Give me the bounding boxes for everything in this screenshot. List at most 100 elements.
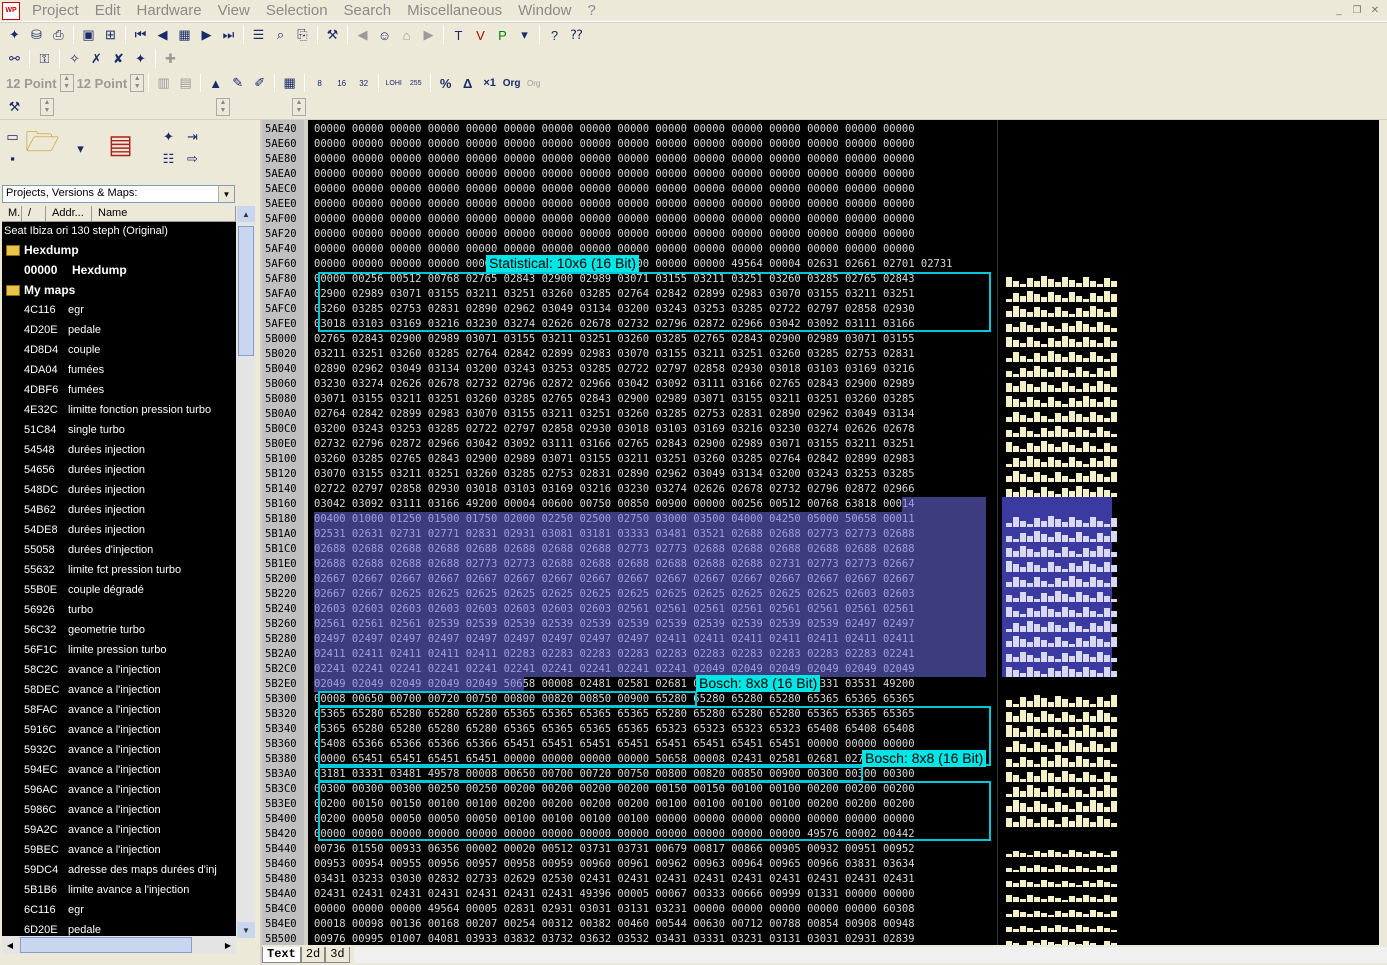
- scroll-left-icon[interactable]: ◀: [2, 936, 18, 954]
- hex-row[interactable]: 03071 03155 03211 03251 03260 03285 0276…: [314, 392, 994, 407]
- grid8-icon[interactable]: ▦: [279, 73, 300, 94]
- hex-vscroll[interactable]: [1379, 120, 1387, 945]
- hex-row[interactable]: 00000 00000 00000 49564 00005 02831 0293…: [314, 902, 994, 917]
- grid-icon[interactable]: ▦: [174, 25, 195, 46]
- list-item[interactable]: 56F1C limite pression turbo: [2, 640, 236, 660]
- list-item[interactable]: 59A2C avance a l'injection: [2, 820, 236, 840]
- hex-row[interactable]: 00000 00000 00000 00000 00000 00000 0000…: [314, 167, 994, 182]
- menu-window[interactable]: Window: [510, 2, 579, 19]
- hex-row[interactable]: 00400 01000 01250 01500 01750 02000 0225…: [314, 512, 994, 527]
- t-icon[interactable]: T: [448, 25, 469, 46]
- hex-row[interactable]: 02497 02497 02497 02497 02497 02497 0249…: [314, 632, 994, 647]
- hex-row[interactable]: 00000 00000 00000 00000 00000 00000 0000…: [314, 242, 994, 257]
- map-outline[interactable]: [318, 691, 697, 707]
- restore-icon[interactable]: ❐: [1349, 3, 1365, 17]
- hex-row[interactable]: 02667 02667 02667 02667 02667 02667 0266…: [314, 572, 994, 587]
- home-icon[interactable]: ⌂: [396, 25, 417, 46]
- hex-row[interactable]: 02241 02241 02241 02241 02241 02241 0224…: [314, 662, 994, 677]
- wand-add-icon[interactable]: ✧: [64, 49, 85, 70]
- list-item[interactable]: 54DE8 durées injection: [2, 520, 236, 540]
- list-item[interactable]: 51C84 single turbo: [2, 420, 236, 440]
- list-item[interactable]: 54548 durées injection: [2, 440, 236, 460]
- bits32-icon[interactable]: 32: [353, 73, 374, 94]
- map-outline[interactable]: [318, 781, 991, 841]
- menu-miscellaneous[interactable]: Miscellaneous: [399, 2, 510, 19]
- hex-view[interactable]: 5AE40 5AE60 5AE80 5AEA0 5AEC0 5AEE0 5AF00 5AF20…: [262, 120, 1387, 945]
- map-outline[interactable]: [318, 766, 863, 782]
- chevron-down-icon[interactable]: ▼: [218, 186, 234, 202]
- list-item[interactable]: 4E32C limitte fonction pression turbo: [2, 400, 236, 420]
- scroll-down-icon[interactable]: ▼: [237, 922, 255, 938]
- map-outline[interactable]: [318, 272, 991, 332]
- list-item[interactable]: 5986C avance a l'injection: [2, 800, 236, 820]
- hex-row[interactable]: 02531 02631 02731 02771 02831 02931 0308…: [314, 527, 994, 542]
- lohi-icon[interactable]: LOHI: [383, 73, 404, 94]
- hex-row[interactable]: 02732 02796 02872 02966 03042 03092 0311…: [314, 437, 994, 452]
- list-item[interactable]: 59DC4 adresse des maps durées d'inj: [2, 860, 236, 880]
- hex-row[interactable]: 00000 00000 00000 00000 00000 00000 0000…: [314, 257, 994, 272]
- hex-row[interactable]: 03431 03233 03030 02832 02733 02629 0253…: [314, 872, 994, 887]
- user-icon[interactable]: ☺: [374, 25, 395, 46]
- list-item[interactable]: 5916C avance a l'injection: [2, 720, 236, 740]
- hex-row[interactable]: 03200 03243 03253 03285 02722 02797 0285…: [314, 422, 994, 437]
- help-icon[interactable]: ?: [544, 25, 565, 46]
- list-item[interactable]: 55058 durées d'injection: [2, 540, 236, 560]
- list-item[interactable]: 58DEC avance a l'injection: [2, 680, 236, 700]
- wand-icon[interactable]: ✦: [4, 25, 25, 46]
- find-icon[interactable]: ⌕: [270, 25, 291, 46]
- back-icon[interactable]: ◀: [352, 25, 373, 46]
- p-icon[interactable]: P: [492, 25, 513, 46]
- hex-row[interactable]: 02688 02688 02688 02688 02773 02773 0268…: [314, 557, 994, 572]
- list-item-hexdump[interactable]: 00000 Hexdump: [2, 260, 236, 280]
- wand-list-icon[interactable]: ✦: [130, 49, 151, 70]
- menu-selection[interactable]: Selection: [258, 2, 336, 19]
- hex-row[interactable]: 02890 02962 03049 03134 03200 03243 0325…: [314, 362, 994, 377]
- delta-icon[interactable]: Δ: [457, 73, 478, 94]
- tools-icon[interactable]: ⚒: [322, 25, 343, 46]
- hex-row[interactable]: 00000 00000 00000 00000 00000 00000 0000…: [314, 137, 994, 152]
- spinner-c[interactable]: ▲ ▼: [292, 98, 306, 116]
- percent-icon[interactable]: %: [435, 73, 456, 94]
- col-m[interactable]: M.: [2, 206, 22, 222]
- next-icon[interactable]: ▶: [196, 25, 217, 46]
- hex-row[interactable]: 02688 02688 02688 02688 02688 02688 0268…: [314, 542, 994, 557]
- tab-3d[interactable]: 3d: [325, 947, 350, 963]
- forward-icon[interactable]: ▶: [418, 25, 439, 46]
- bits8-icon[interactable]: 8: [309, 73, 330, 94]
- x1-icon[interactable]: ×1: [479, 73, 500, 94]
- menu-edit[interactable]: Edit: [87, 2, 129, 19]
- menu-view[interactable]: View: [210, 2, 258, 19]
- list-item[interactable]: 56926 turbo: [2, 600, 236, 620]
- scroll-icon[interactable]: ⎘: [292, 25, 313, 46]
- list-item[interactable]: 5B1B6 limite avance a l'injection: [2, 880, 236, 900]
- spinner-a[interactable]: ▲ ▼: [40, 98, 54, 116]
- hammer-icon[interactable]: ⚒: [4, 97, 25, 118]
- list-item[interactable]: 594EC avance a l'injection: [2, 760, 236, 780]
- org-icon[interactable]: Org: [501, 73, 522, 94]
- first-icon[interactable]: ⏮: [130, 25, 151, 46]
- hex-row[interactable]: 03260 03285 02765 02843 02900 02989 0307…: [314, 452, 994, 467]
- hex-row[interactable]: 03211 03251 03260 03285 02764 02842 0289…: [314, 347, 994, 362]
- font-size-2[interactable]: 12 Point: [75, 76, 130, 91]
- list-item[interactable]: 55632 limite fct pression turbo: [2, 560, 236, 580]
- hex-row[interactable]: 00000 00000 00000 00000 00000 00000 0000…: [314, 182, 994, 197]
- scroll-thumb[interactable]: [238, 226, 254, 356]
- list-item[interactable]: 59BEC avance a l'injection: [2, 840, 236, 860]
- list-item[interactable]: 4D8D4 couple: [2, 340, 236, 360]
- scroll-up-icon[interactable]: ▲: [237, 206, 255, 222]
- new-icon[interactable]: ▭: [2, 126, 23, 147]
- map-label[interactable]: Bosch: 8x8 (16 Bit): [862, 750, 987, 767]
- compare-icon[interactable]: ⊞: [100, 25, 121, 46]
- list-item[interactable]: 58FAC avance a l'injection: [2, 700, 236, 720]
- hex-row[interactable]: 02667 02667 02625 02625 02625 02625 0262…: [314, 587, 994, 602]
- list-icon[interactable]: ☰: [248, 25, 269, 46]
- col-slash[interactable]: /: [22, 206, 46, 222]
- app-icon[interactable]: WP: [2, 1, 20, 20]
- map-label[interactable]: Statistical: 10x6 (16 Bit): [486, 255, 640, 272]
- import-icon[interactable]: ✦: [158, 126, 179, 147]
- pencil2-icon[interactable]: ✐: [249, 73, 270, 94]
- list-item[interactable]: 5932C avance a l'injection: [2, 740, 236, 760]
- table2-icon[interactable]: ▤: [175, 73, 196, 94]
- hex-row[interactable]: 02764 02842 02899 02983 03070 03155 0321…: [314, 407, 994, 422]
- font-spinner-1[interactable]: ▲ ▼: [59, 74, 74, 92]
